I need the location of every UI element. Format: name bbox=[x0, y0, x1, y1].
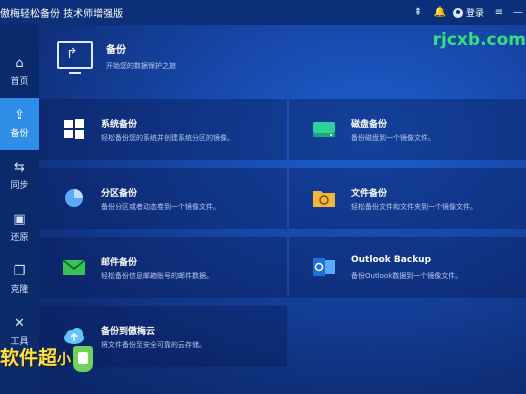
card-description: 轻松备份您的系统并创建系统分区的镜像。 bbox=[101, 134, 234, 142]
card-title: 分区备份 bbox=[101, 189, 138, 199]
card-title: 系统备份 bbox=[101, 120, 138, 130]
title-bar: 傲梅轻松备份 技术师增强版 ⇞ 🔔 登录 ≡ — bbox=[0, 0, 526, 25]
outlook-backup-card[interactable]: Outlook Backup 备份Outlook数据到一个镜像文件。 bbox=[289, 237, 526, 298]
login-label: 登录 bbox=[465, 9, 484, 19]
user-icon bbox=[452, 7, 463, 18]
app-window: 傲梅轻松备份 技术师增强版 ⇞ 🔔 登录 ≡ — ⌂ 首页 ⇪ 备份 ⇆ 同步 … bbox=[0, 0, 526, 394]
outlook-icon bbox=[313, 258, 335, 276]
card-title: 文件备份 bbox=[351, 189, 388, 199]
monitor-backup-icon: ↱ bbox=[57, 41, 93, 74]
clone-icon: ❐ bbox=[13, 264, 26, 279]
partition-backup-card[interactable]: 分区备份 备份分区或者动态卷到一个镜像文件。 bbox=[39, 168, 287, 229]
card-title: Outlook Backup bbox=[351, 255, 432, 265]
bell-icon[interactable]: 🔔 bbox=[429, 0, 451, 25]
system-backup-card[interactable]: 系统备份 轻松备份您的系统并创建系统分区的镜像。 bbox=[39, 99, 287, 160]
page-subtitle: 开始您的数据保护之旅 bbox=[106, 62, 176, 70]
restore-icon: ▣ bbox=[13, 212, 26, 227]
sidebar-item-label: 还原 bbox=[10, 233, 29, 243]
card-description: 轻松备份文件和文件夹到一个镜像文件。 bbox=[351, 203, 477, 211]
sidebar-item-sync[interactable]: ⇆ 同步 bbox=[0, 150, 39, 202]
sidebar-item-clone[interactable]: ❐ 克隆 bbox=[0, 254, 39, 306]
sidebar-item-label: 克隆 bbox=[10, 285, 29, 295]
card-title: 磁盘备份 bbox=[351, 120, 388, 130]
card-description: 将文件备份至安全可靠的云存储。 bbox=[101, 341, 206, 349]
card-description: 备份分区或者动态卷到一个镜像文件。 bbox=[101, 203, 220, 211]
sync-icon: ⇆ bbox=[14, 160, 25, 175]
menu-icon[interactable]: ≡ bbox=[488, 0, 510, 25]
sidebar-item-restore[interactable]: ▣ 还原 bbox=[0, 202, 39, 254]
sidebar-item-backup[interactable]: ⇪ 备份 bbox=[0, 98, 39, 150]
login-button[interactable]: 登录 bbox=[452, 6, 484, 19]
disk-backup-card[interactable]: 磁盘备份 备份磁盘到一个镜像文件。 bbox=[289, 99, 526, 160]
card-description: 轻松备份信息邮箱账号的邮件数据。 bbox=[101, 272, 213, 280]
card-description: 备份Outlook数据到一个镜像文件。 bbox=[351, 272, 463, 280]
page-title: 备份 bbox=[106, 45, 126, 56]
mail-icon bbox=[63, 259, 85, 275]
sidebar-item-label: 首页 bbox=[10, 77, 29, 87]
sidebar-item-home[interactable]: ⌂ 首页 bbox=[0, 46, 39, 98]
minimize-icon[interactable]: — bbox=[510, 7, 526, 18]
watermark-brand-text: 软件超 bbox=[0, 347, 58, 369]
disk-icon bbox=[313, 122, 335, 137]
card-description: 备份磁盘到一个镜像文件。 bbox=[351, 134, 435, 142]
tools-icon: ✕ bbox=[14, 316, 25, 331]
cup-logo-icon bbox=[73, 345, 94, 372]
folder-icon bbox=[313, 191, 335, 207]
partition-icon bbox=[65, 189, 83, 207]
windows-icon bbox=[64, 119, 84, 139]
card-title: 邮件备份 bbox=[101, 258, 138, 268]
app-title: 傲梅轻松备份 技术师增强版 bbox=[0, 9, 124, 20]
title-bar-controls: ⇞ 🔔 登录 ≡ — bbox=[407, 0, 526, 25]
watermark-brand: 软件超小 bbox=[0, 343, 94, 372]
sidebar: ⌂ 首页 ⇪ 备份 ⇆ 同步 ▣ 还原 ❐ 克隆 ✕ 工具 bbox=[0, 25, 39, 394]
watermark-brand-small: 小 bbox=[57, 352, 72, 368]
home-icon: ⌂ bbox=[15, 56, 24, 71]
card-title: 备份到傲梅云 bbox=[101, 327, 156, 337]
mail-backup-card[interactable]: 邮件备份 轻松备份信息邮箱账号的邮件数据。 bbox=[39, 237, 287, 298]
sidebar-item-label: 备份 bbox=[10, 129, 29, 139]
file-backup-card[interactable]: 文件备份 轻松备份文件和文件夹到一个镜像文件。 bbox=[289, 168, 526, 229]
sidebar-item-label: 同步 bbox=[10, 181, 29, 191]
upgrade-icon[interactable]: ⇞ bbox=[407, 0, 429, 25]
backup-icon: ⇪ bbox=[14, 108, 25, 123]
watermark-site: rjcxb.com bbox=[432, 30, 526, 50]
